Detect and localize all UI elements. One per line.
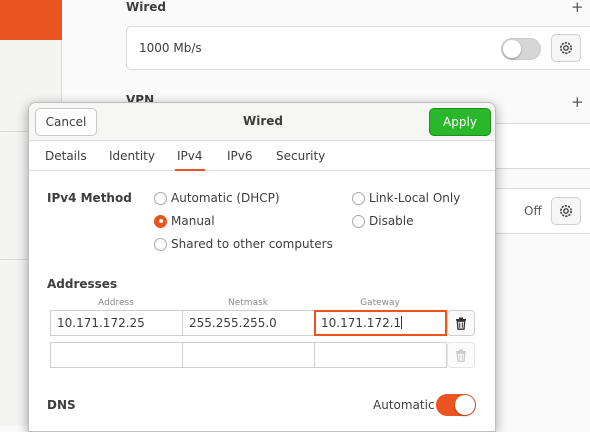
gateway-input[interactable]: 10.171.172.1 — [314, 310, 447, 336]
gear-icon — [560, 42, 572, 54]
wired-settings-button[interactable] — [551, 34, 581, 62]
column-header-gateway: Gateway — [360, 298, 400, 308]
dns-automatic-toggle[interactable] — [436, 394, 476, 416]
radio-disable[interactable]: Disable — [352, 214, 414, 228]
trash-icon — [456, 349, 466, 362]
column-header-address: Address — [98, 298, 134, 308]
connection-speed: 1000 Mb/s — [139, 41, 202, 55]
radio-indicator[interactable] — [352, 214, 365, 228]
delete-address-button[interactable] — [447, 310, 475, 336]
radio-label: Automatic (DHCP) — [171, 191, 280, 205]
ipv4-method-label: IPv4 Method — [47, 191, 132, 205]
tab-ipv4[interactable]: IPv4 — [175, 141, 205, 171]
gateway-input-value: 10.171.172.1 — [321, 316, 402, 330]
vpn-status-text: Off — [524, 204, 542, 218]
radio-indicator[interactable] — [154, 191, 167, 205]
dialog-tabs: Details Identity IPv4 IPv6 Security — [29, 141, 495, 171]
trash-icon — [456, 317, 466, 330]
sidebar-selected-item[interactable] — [0, 0, 62, 40]
dialog-title: Wired — [243, 114, 283, 128]
wired-connection-row: 1000 Mb/s — [126, 26, 590, 70]
dialog-headerbar: Cancel Wired Apply — [29, 103, 495, 141]
vpn-settings-button[interactable] — [551, 197, 581, 225]
address-input-empty[interactable] — [50, 342, 183, 368]
wired-toggle-switch[interactable] — [501, 38, 541, 60]
dns-label: DNS — [47, 398, 76, 412]
cancel-button[interactable]: Cancel — [35, 108, 97, 136]
column-header-netmask: Netmask — [228, 298, 268, 308]
text-caret — [401, 316, 403, 329]
tab-details[interactable]: Details — [43, 141, 89, 171]
radio-label: Link-Local Only — [369, 191, 461, 205]
wired-section-title: Wired — [126, 0, 166, 14]
radio-manual[interactable]: Manual — [154, 214, 215, 228]
dns-automatic-label: Automatic — [373, 398, 435, 412]
radio-label: Shared to other computers — [171, 237, 333, 251]
radio-link-local-only[interactable]: Link-Local Only — [352, 191, 460, 205]
radio-label: Manual — [171, 214, 215, 228]
netmask-input[interactable]: 255.255.255.0 — [182, 310, 315, 336]
address-input[interactable]: 10.171.172.25 — [50, 310, 183, 336]
tab-ipv6[interactable]: IPv6 — [225, 141, 255, 171]
radio-indicator[interactable] — [352, 191, 365, 205]
radio-indicator[interactable] — [154, 237, 167, 251]
addresses-label: Addresses — [47, 277, 118, 291]
radio-automatic-dhcp[interactable]: Automatic (DHCP) — [154, 191, 280, 205]
add-wired-plus-icon[interactable]: + — [571, 0, 584, 15]
apply-button[interactable]: Apply — [429, 108, 491, 136]
gear-icon — [560, 205, 572, 217]
tab-security[interactable]: Security — [274, 141, 327, 171]
add-vpn-plus-icon[interactable]: + — [571, 95, 584, 110]
wired-settings-dialog: Cancel Wired Apply Details Identity IPv4… — [28, 102, 496, 432]
radio-shared-to-other-computers[interactable]: Shared to other computers — [154, 237, 333, 251]
radio-label: Disable — [369, 214, 414, 228]
tab-identity[interactable]: Identity — [107, 141, 157, 171]
gateway-input-empty[interactable] — [314, 342, 447, 368]
netmask-input-empty[interactable] — [182, 342, 315, 368]
radio-indicator[interactable] — [154, 214, 167, 228]
delete-address-button-disabled — [447, 342, 475, 368]
